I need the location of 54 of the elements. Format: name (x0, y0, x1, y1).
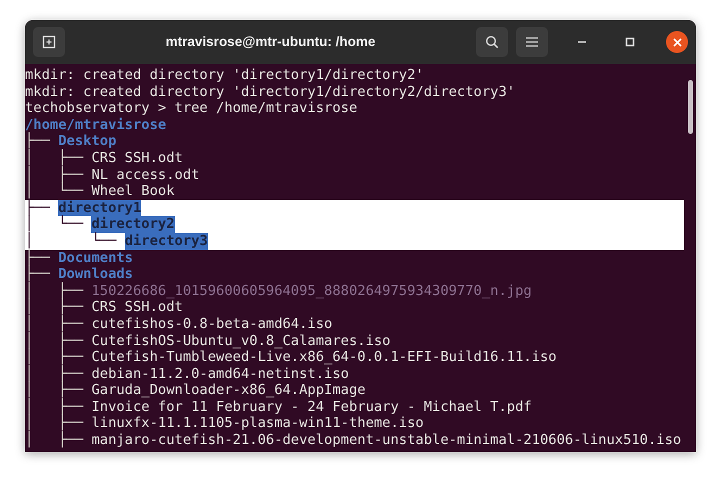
terminal-line: Garuda_Downloader-x86_64.AppImage (91, 382, 366, 399)
tree-branch: │ ├── (25, 150, 84, 166)
directory-name: directory3 (124, 232, 208, 250)
new-tab-icon (42, 35, 56, 49)
tree-branch: │ ├── (25, 382, 84, 398)
tree-branch: │ ├── (25, 366, 84, 382)
search-button[interactable] (476, 27, 508, 57)
maximize-icon (625, 37, 635, 47)
terminal-line: CutefishOS-Ubuntu_v0.8_Calamares.iso (91, 332, 390, 350)
tree-branch: │ ├── (25, 415, 84, 432)
tree-branch: ├── (25, 200, 51, 216)
scrollbar-thumb[interactable] (688, 80, 693, 134)
tree-branch: │ ├── (25, 349, 84, 366)
directory-name: directory1 (58, 200, 142, 216)
tree-branch: │ ├── (25, 332, 84, 348)
terminal-line: Invoice for 11 February - 24 February - Michael T.pdf (91, 398, 532, 416)
menu-button[interactable] (516, 27, 548, 57)
tree-branch: │ └── (25, 183, 84, 200)
terminal-line: cutefishos-0.8-beta-amd64.iso (91, 316, 332, 332)
tree-branch: ├── (25, 266, 51, 282)
menu-icon (526, 37, 538, 47)
terminal-line: Wheel Book (91, 183, 175, 200)
terminal-line: linuxfx-11.1.1105-plasma-win11-theme.iso (91, 415, 424, 432)
close-icon (672, 38, 682, 46)
close-button[interactable] (666, 31, 688, 53)
directory-name: directory2 (91, 216, 175, 233)
tree-branch: │ ├── (25, 316, 84, 332)
tree-branch: │ └── (25, 216, 84, 232)
tree-branch: ├── (25, 250, 51, 266)
terminal-line: CRS SSH.odt (91, 150, 183, 167)
terminal-line: mkdir: created directory 'directory1/directory2/directory3' (25, 84, 516, 100)
directory-name: Documents (58, 250, 133, 266)
tree-branch: ├── (25, 133, 51, 150)
terminal-line: debian-11.2.0-amd64-netinst.iso (91, 366, 349, 382)
window-title: mtravisrose@mtr-ubuntu: /home (164, 32, 376, 51)
tree-branch: │ ├── (25, 282, 84, 299)
tree-branch: │ ├── (25, 166, 84, 183)
terminal-line: manjaro-cutefish-21.06-development-unstable-minimal-210606-linux510.iso (91, 432, 682, 449)
search-icon (485, 35, 499, 49)
minimize-icon (578, 41, 586, 43)
tree-branch: │ ├── (25, 299, 84, 316)
directory-name: Desktop (58, 133, 116, 150)
tree-branch: │ └── (25, 232, 118, 249)
terminal-line: Cutefish-Tumbleweed-Live.x86_64-0.0.1-EFI-Build16.11.iso (91, 349, 557, 366)
terminal-line: mkdir: created directory 'directory1/directory2' (25, 67, 424, 84)
tree-branch: │ ├── (25, 398, 84, 415)
new-tab-button[interactable] (33, 27, 65, 57)
terminal-line: CRS SSH.odt (91, 299, 183, 316)
directory-name: /home/mtravisrose (25, 116, 166, 133)
terminal-line: NL access.odt (91, 166, 200, 184)
tree-branch: │ ├── (25, 432, 84, 449)
directory-name: Downloads (58, 266, 133, 282)
terminal-line: techobservatory > tree /home/mtravisrose (25, 100, 358, 117)
file-name: 150226686_10159600605964095_8880264975934309770_n.jpg (91, 282, 532, 300)
